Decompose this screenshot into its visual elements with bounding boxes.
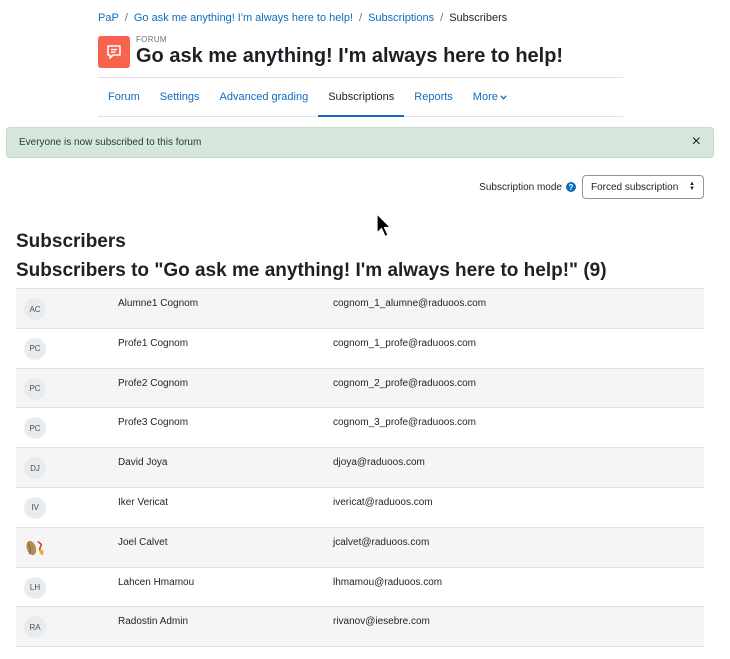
breadcrumb: PaP / Go ask me anything! I'm always her… [98, 12, 507, 24]
secondary-navigation: Forum Settings Advanced grading Subscrip… [98, 77, 623, 117]
tab-more[interactable]: More [463, 78, 517, 116]
subscriber-name: Profe1 Cognom [118, 337, 189, 349]
tab-reports[interactable]: Reports [404, 78, 463, 116]
subscription-mode-control: Subscription mode ? Forced subscription … [479, 175, 704, 199]
forum-icon [98, 35, 130, 68]
avatar: LH [24, 576, 46, 599]
page-title: Go ask me anything! I'm always here to h… [136, 45, 564, 67]
table-row: RA Radostin Admin rivanov@iesebre.com [16, 607, 704, 648]
subscriber-email: ivericat@raduoos.com [333, 496, 433, 508]
avatar-picture [24, 537, 46, 559]
breadcrumb-separator: / [440, 12, 444, 24]
subscriber-email: cognom_1_alumne@raduoos.com [333, 298, 487, 309]
subscription-mode-select[interactable]: Forced subscription ▲ ▼ [582, 175, 704, 199]
table-row: PC Profe3 Cognom cognom_3_profe@raduoos.… [16, 408, 704, 449]
chevron-down-icon [500, 78, 507, 116]
avatar: PC [24, 377, 46, 400]
table-row: IV Iker Vericat ivericat@raduoos.com [16, 488, 704, 528]
alert-message: Everyone is now subscribed to this forum [19, 137, 202, 148]
avatar: DJ [24, 457, 46, 480]
subscriber-name: Lahcen Hmamou [118, 576, 195, 588]
tab-subscriptions[interactable]: Subscriptions [318, 78, 405, 117]
subscriber-email: djoya@raduoos.com [333, 457, 425, 469]
table-row: AC Alumne1 Cognom cognom_1_alumne@raduoo… [16, 289, 704, 329]
subscriber-name: David Joya [118, 457, 168, 469]
activity-type-label: FORUM [136, 35, 167, 44]
breadcrumb-subscriptions[interactable]: Subscriptions [368, 12, 434, 24]
close-icon[interactable]: × [692, 134, 701, 150]
subscriber-email: rivanov@iesebre.com [333, 616, 430, 628]
subscription-mode-label: Subscription mode [479, 181, 562, 193]
subscriber-email: cognom_1_profe@raduoos.com [333, 337, 477, 349]
tab-advanced-grading[interactable]: Advanced grading [210, 78, 319, 116]
table-row: PC Profe2 Cognom cognom_2_profe@raduoos.… [16, 368, 704, 409]
breadcrumb-forum[interactable]: Go ask me anything! I'm always here to h… [134, 12, 353, 24]
page-header: FORUM Go ask me anything! I'm always her… [98, 35, 563, 68]
select-arrows-icon: ▲ ▼ [689, 181, 695, 192]
tab-settings[interactable]: Settings [150, 78, 210, 116]
subscriber-name: Radostin Admin [118, 616, 189, 628]
breadcrumb-separator: / [124, 12, 128, 24]
subscriber-name: Alumne1 Cognom [118, 298, 199, 309]
subscriber-name: Profe3 Cognom [118, 417, 189, 429]
success-alert: Everyone is now subscribed to this forum… [6, 127, 714, 158]
breadcrumb-separator: / [359, 12, 363, 24]
avatar: RA [24, 616, 46, 639]
help-icon[interactable]: ? [566, 182, 576, 192]
tab-forum[interactable]: Forum [98, 78, 150, 116]
breadcrumb-current: Subscribers [449, 12, 508, 24]
avatar: AC [24, 298, 46, 320]
tab-more-label: More [472, 91, 498, 103]
subscriber-name: Iker Vericat [118, 496, 169, 508]
subscription-mode-value: Forced subscription [591, 181, 679, 193]
table-row: Joel Calvet jcalvet@raduoos.com [16, 527, 704, 568]
subscribers-table: AC Alumne1 Cognom cognom_1_alumne@raduoo… [16, 288, 704, 648]
avatar: PC [24, 337, 46, 360]
avatar: IV [24, 496, 46, 519]
breadcrumb-course[interactable]: PaP [98, 12, 119, 24]
table-row: PC Profe1 Cognom cognom_1_profe@raduoos.… [16, 329, 704, 369]
mouse-pointer-icon [376, 213, 392, 244]
subscriber-name: Profe2 Cognom [118, 377, 189, 389]
table-row: LH Lahcen Hmamou lhmamou@raduoos.com [16, 568, 704, 608]
table-row: DJ David Joya djoya@raduoos.com [16, 448, 704, 488]
subscribers-heading: Subscribers to "Go ask me anything! I'm … [16, 260, 607, 281]
subscriber-name: Joel Calvet [118, 536, 168, 548]
subscriber-email: lhmamou@raduoos.com [333, 576, 443, 588]
subscriber-email: cognom_2_profe@raduoos.com [333, 377, 477, 389]
avatar: PC [24, 417, 46, 440]
section-heading: Subscribers [16, 231, 126, 252]
subscriber-email: jcalvet@raduoos.com [333, 536, 430, 548]
subscriber-email: cognom_3_profe@raduoos.com [333, 417, 477, 429]
